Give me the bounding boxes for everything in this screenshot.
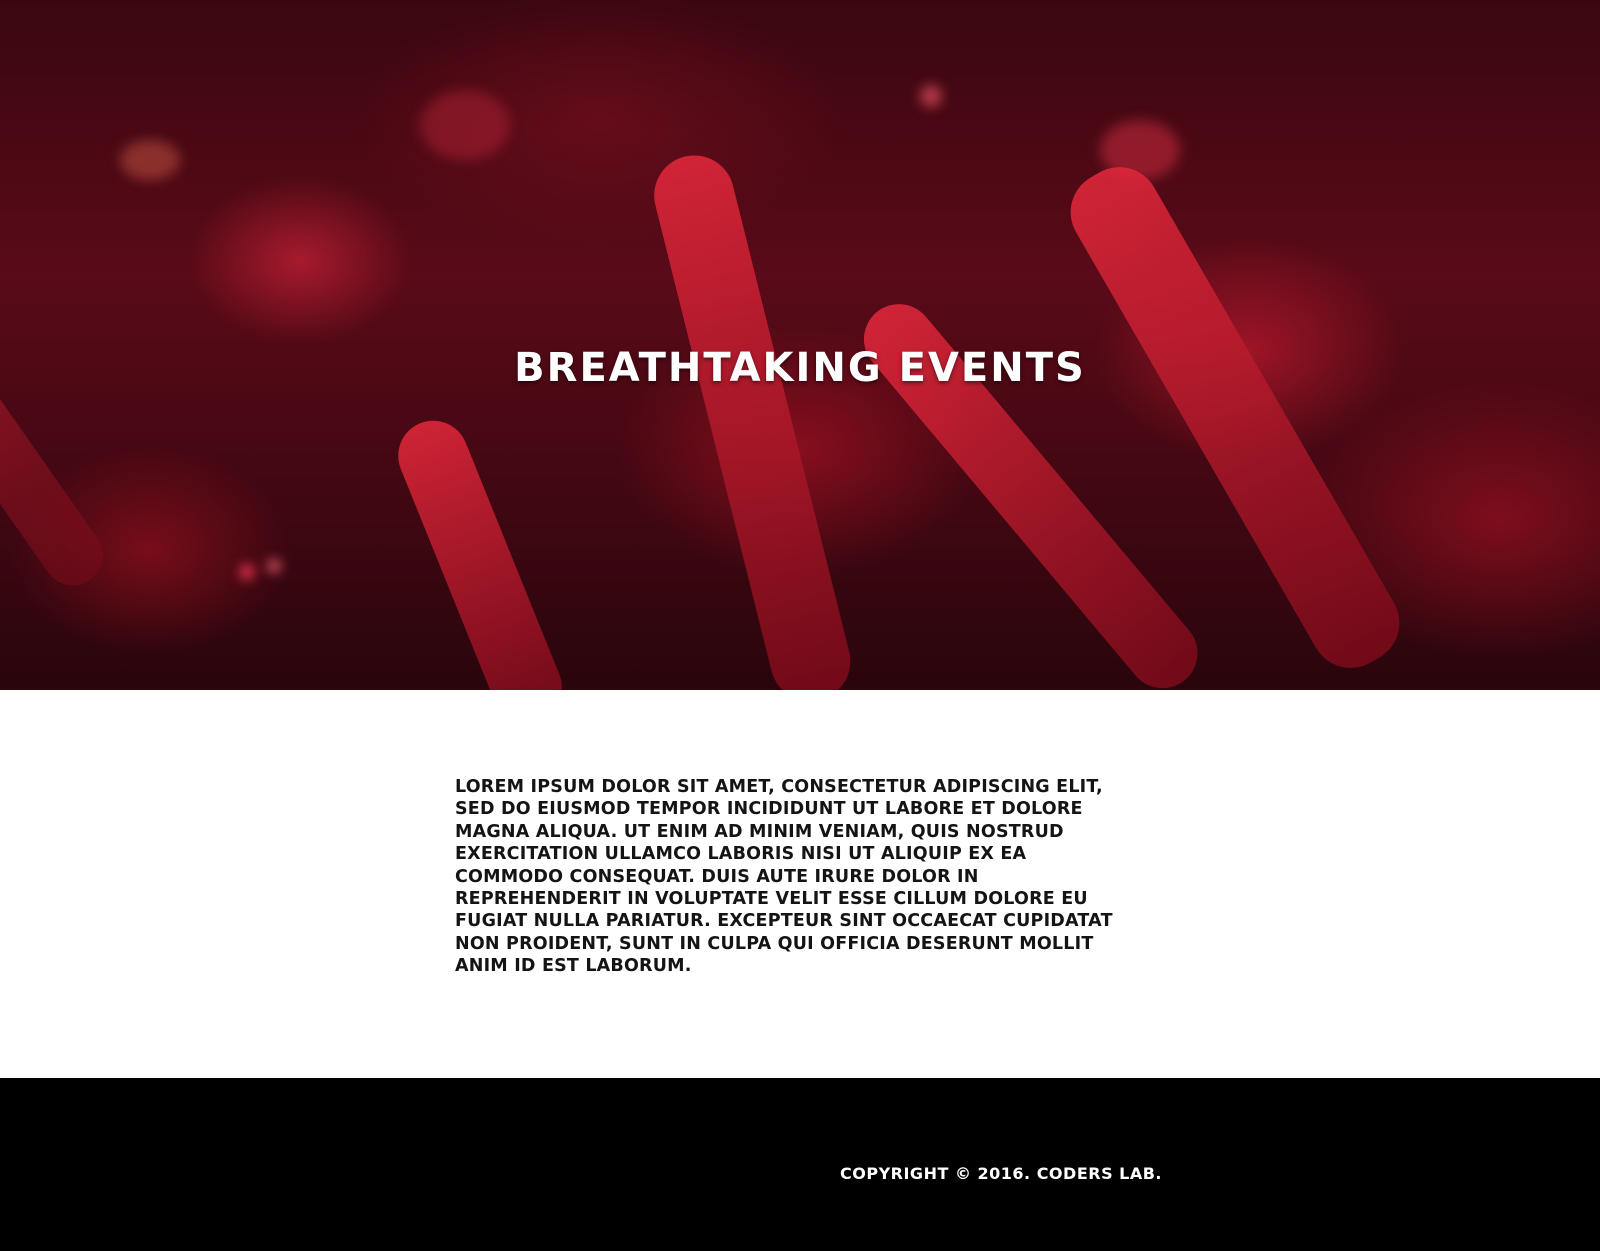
hero-section: Breathtaking events <box>0 0 1600 690</box>
content-section: Lorem ipsum dolor sit amet, consectetur … <box>0 690 1600 1078</box>
hero-title: Breathtaking events <box>514 344 1086 391</box>
footer-copyright: Copyright © 2016. Coders Lab. <box>840 1164 1163 1183</box>
footer: Copyright © 2016. Coders Lab. <box>0 1078 1600 1251</box>
content-paragraph: Lorem ipsum dolor sit amet, consectetur … <box>455 777 1113 977</box>
